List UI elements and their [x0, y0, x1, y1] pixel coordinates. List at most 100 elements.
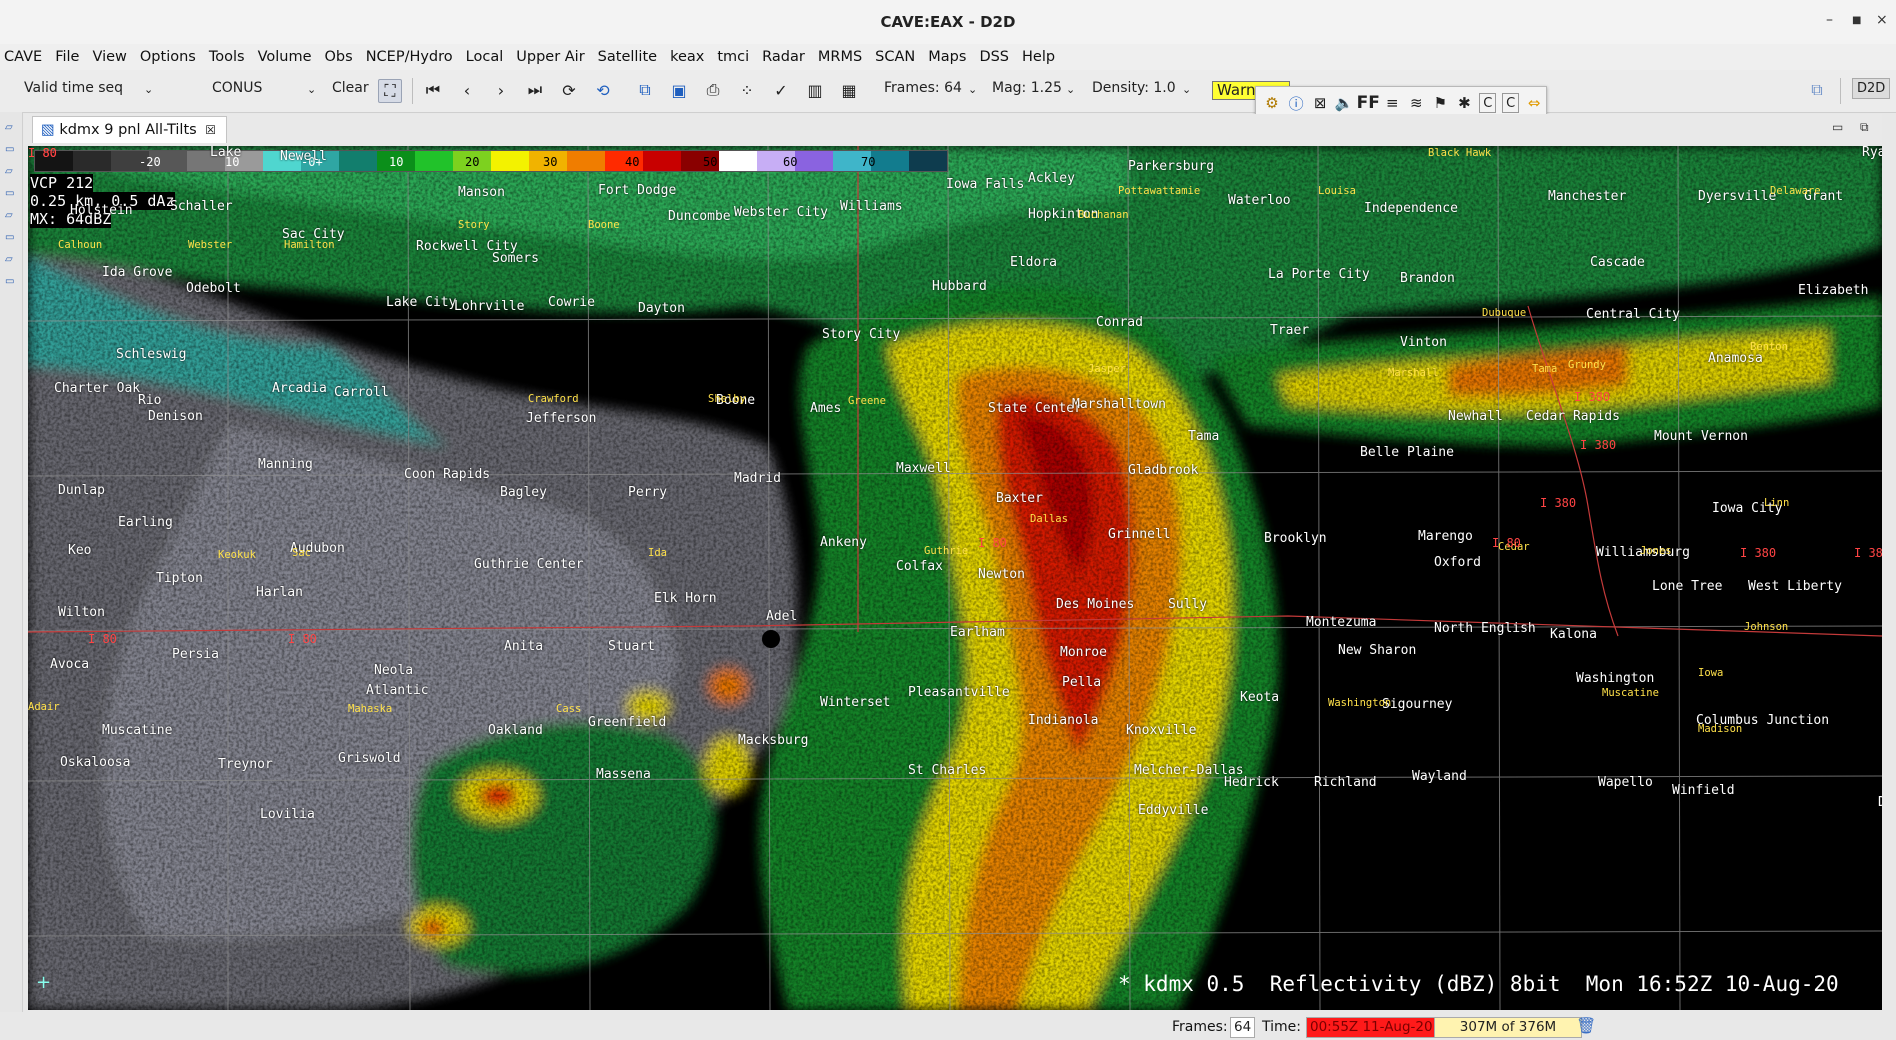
menu-ncep-hydro[interactable]: NCEP/Hydro — [362, 49, 462, 65]
county-label: Boone — [588, 219, 620, 231]
d2d-perspective-label: D2D — [1857, 81, 1886, 96]
city-label: Avoca — [50, 657, 90, 672]
minimize-view-icon[interactable]: ▭ — [1832, 120, 1843, 134]
open-perspective-icon[interactable]: ⧉ — [1806, 79, 1828, 101]
panel-icon[interactable]: ▭ — [5, 144, 19, 156]
menu-cave[interactable]: CAVE — [0, 49, 51, 65]
menu-scan[interactable]: SCAN — [871, 49, 924, 65]
menu-dss[interactable]: DSS — [975, 49, 1018, 65]
city-label: Treynor — [218, 757, 273, 772]
refresh-icon[interactable]: ⟲ — [592, 79, 614, 101]
print-icon[interactable]: ⎙ — [702, 79, 724, 101]
menu-options[interactable]: Options — [136, 49, 205, 65]
product-legend[interactable]: * kdmx 0.5 Reflectivity (dBZ) 8bit Mon 1… — [1118, 972, 1839, 996]
color-scale-segment — [871, 151, 909, 171]
chevron-down-icon[interactable]: ⌄ — [1182, 83, 1191, 96]
menu-icon[interactable]: ≡ — [1380, 90, 1404, 116]
d2d-perspective-button[interactable]: D2D — [1852, 78, 1891, 99]
chevron-down-icon[interactable]: ⌄ — [307, 83, 316, 96]
last-frame-icon[interactable]: ⏭ — [524, 79, 546, 101]
first-frame-icon[interactable]: ⏮ — [422, 79, 444, 101]
menu-radar[interactable]: Radar — [758, 49, 814, 65]
color-scale-label: 60 — [783, 155, 798, 169]
pin-icon[interactable]: ▱ — [5, 122, 19, 134]
color-scale-segment — [73, 151, 111, 171]
maximize-button[interactable]: ■ — [1852, 15, 1861, 26]
chevron-down-icon[interactable]: ⌄ — [968, 83, 977, 96]
city-label: Montezuma — [1306, 615, 1377, 630]
trash-icon[interactable]: 🗑 — [1576, 1016, 1596, 1035]
image-properties-icon[interactable]: ▣ — [668, 79, 690, 101]
wind-icon[interactable]: ≋ — [1404, 90, 1428, 116]
pin-icon[interactable]: ▱ — [5, 210, 19, 222]
speaker-icon[interactable]: 🔈 — [1332, 90, 1356, 116]
zoom-fit-icon[interactable]: ⛶ — [378, 79, 402, 103]
maximize-view-icon[interactable]: ⧉ — [1860, 120, 1869, 135]
clear-button[interactable]: Clear — [332, 80, 369, 96]
points-icon[interactable]: ⁘ — [736, 79, 758, 101]
loop-icon[interactable]: ⟳ — [558, 79, 580, 101]
highway-label: I 380 — [1740, 546, 1777, 560]
city-label: Traer — [1270, 323, 1310, 338]
copy-frame-icon[interactable]: ⧉ — [634, 79, 656, 101]
menu-local[interactable]: Local — [462, 49, 513, 65]
highway-label: I 380 — [1574, 390, 1611, 404]
menu-file[interactable]: File — [51, 49, 88, 65]
pin-icon[interactable]: ▱ — [5, 166, 19, 178]
chevron-down-icon[interactable]: ⌄ — [144, 83, 153, 96]
clear-c1-button[interactable]: C — [1479, 93, 1497, 113]
menu-obs[interactable]: Obs — [321, 49, 362, 65]
pan-draw-icon[interactable]: ✓ — [770, 79, 792, 101]
scale-dropdown[interactable]: CONUS — [212, 80, 262, 96]
county-label: Pottawattamie — [1118, 185, 1201, 197]
previous-frame-icon[interactable]: ‹ — [456, 79, 478, 101]
tab-close-icon[interactable]: ☒ — [205, 123, 216, 137]
pin-icon[interactable]: ▱ — [5, 254, 19, 266]
county-label: Madison — [1698, 723, 1743, 735]
magnification-dropdown[interactable]: Mag: 1.25 — [992, 80, 1062, 96]
clear-c2-button[interactable]: C — [1502, 93, 1520, 113]
tab-kdmx-all-tilts[interactable]: ▧ kdmx 9 pnl All-Tilts ☒ — [32, 116, 228, 143]
city-label: Knoxville — [1126, 723, 1197, 738]
ff-button[interactable]: FF — [1356, 90, 1380, 116]
menu-view[interactable]: View — [88, 49, 135, 65]
county-label: Story — [458, 219, 490, 231]
info-icon[interactable]: ⓘ — [1284, 90, 1308, 116]
close-panel-icon[interactable]: ⊠ — [1308, 90, 1332, 116]
menu-help[interactable]: Help — [1018, 49, 1064, 65]
storm-track-icon[interactable]: ✱ — [1452, 90, 1476, 116]
panel-icon[interactable]: ▭ — [5, 188, 19, 200]
density-dropdown[interactable]: Density: 1.0 — [1092, 80, 1176, 96]
close-button[interactable]: × — [1876, 12, 1888, 28]
panel-icon[interactable]: ▭ — [5, 276, 19, 288]
city-label: Bagley — [500, 485, 547, 500]
flag-icon[interactable]: ⚑ — [1428, 90, 1452, 116]
add-icon[interactable]: + — [36, 972, 51, 993]
city-label: Tipton — [156, 571, 203, 586]
menu-mrms[interactable]: MRMS — [814, 49, 871, 65]
city-label: La Porte City — [1268, 267, 1370, 282]
city-label: Lake — [210, 146, 242, 160]
next-frame-icon[interactable]: › — [490, 79, 512, 101]
menu-keax[interactable]: keax — [666, 49, 713, 65]
minimize-button[interactable]: – — [1826, 12, 1833, 28]
menu-upper-air[interactable]: Upper Air — [512, 49, 593, 65]
tools-icon[interactable]: ⚙ — [1260, 90, 1284, 116]
radar-site-marker — [762, 630, 780, 648]
swap-arrows-icon[interactable]: ⇔ — [1522, 90, 1546, 116]
menu-tools[interactable]: Tools — [205, 49, 254, 65]
menu-volume[interactable]: Volume — [254, 49, 321, 65]
time-mode-dropdown[interactable]: Valid time seq — [24, 80, 123, 96]
city-label: Massena — [596, 767, 651, 782]
menu-tmci[interactable]: tmci — [713, 49, 758, 65]
chevron-down-icon[interactable]: ⌄ — [1066, 83, 1075, 96]
radar-map-display[interactable]: -20 10 -0+ 10 20 30 40 50 60 70 VCP 212 0.25 km, … — [28, 146, 1882, 1010]
panel-icon[interactable]: ▭ — [5, 232, 19, 244]
menu-satellite[interactable]: Satellite — [594, 49, 666, 65]
frames-dropdown[interactable]: Frames: 64 — [884, 80, 962, 96]
color-scale-label: 50 — [703, 155, 718, 169]
single-panel-icon[interactable]: ▥ — [804, 79, 826, 101]
four-panel-icon[interactable]: ▦ — [838, 79, 860, 101]
menu-maps[interactable]: Maps — [924, 49, 975, 65]
city-label: Griswold — [338, 751, 401, 766]
